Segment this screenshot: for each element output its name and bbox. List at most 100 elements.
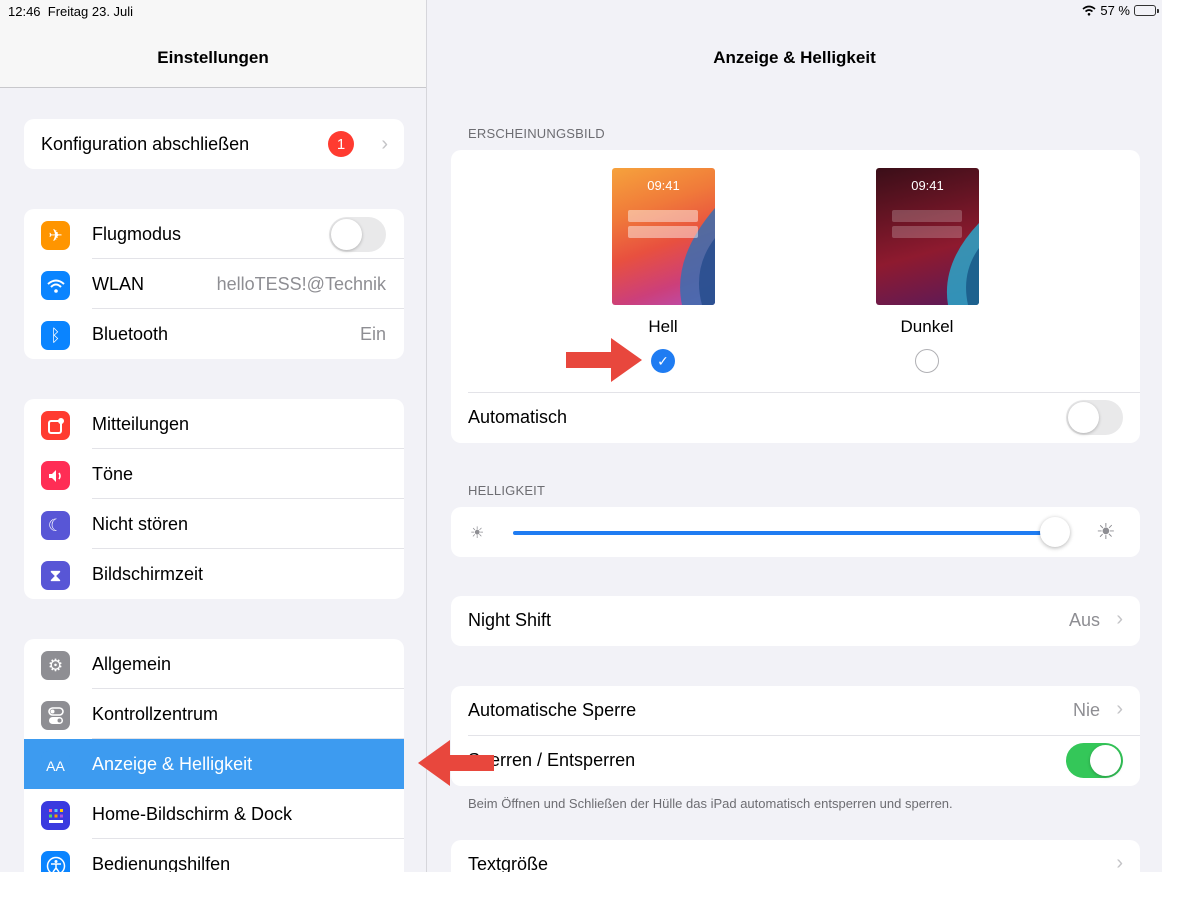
detail-pane: Anzeige & Helligkeit ERSCHEINUNGSBILD 09…: [427, 0, 1162, 872]
ipad-screen: Einstellungen Konfiguration abschließen …: [0, 0, 1162, 872]
sidebar-item-display-brightness[interactable]: AA Anzeige & Helligkeit: [24, 739, 404, 789]
accessibility-icon: [41, 851, 70, 872]
annotation-arrow-left-icon: [418, 740, 494, 786]
brightness-group: ☀ ☀: [451, 507, 1140, 557]
sidebar-item-home-screen-dock[interactable]: Home-Bildschirm & Dock: [24, 789, 404, 839]
general-group: ⚙ Allgemein Kontrollzentrum AA Anzeige &…: [24, 639, 404, 872]
sidebar-item-wlan[interactable]: WLAN helloTESS!@Technik: [24, 259, 404, 309]
bluetooth-status-value: Ein: [359, 323, 386, 344]
annotation-arrow-right-icon: [566, 338, 642, 382]
sidebar-item-general[interactable]: ⚙ Allgemein: [24, 639, 404, 689]
status-right: 57 %: [1082, 3, 1159, 18]
text-size-group: Textgröße ›: [451, 840, 1140, 872]
sidebar-item-label: Bildschirmzeit: [92, 563, 204, 584]
sidebar-item-airplane-mode[interactable]: ✈ Flugmodus: [24, 209, 404, 259]
page-title: Anzeige & Helligkeit: [713, 48, 876, 67]
status-time: 12:46: [8, 4, 41, 19]
config-group: Konfiguration abschließen 1 ›: [24, 119, 404, 169]
status-date: Freitag 23. Juli: [47, 4, 134, 19]
sidebar-item-label: Mitteilungen: [92, 413, 190, 434]
dark-mode-label: Dunkel: [900, 317, 954, 336]
lock-unlock-toggle[interactable]: [1066, 743, 1123, 778]
sidebar-item-label: Kontrollzentrum: [92, 703, 219, 724]
text-size-icon: AA: [41, 751, 70, 780]
sun-large-icon: ☀: [1096, 519, 1116, 544]
sidebar-title: Einstellungen: [157, 48, 269, 67]
notifications-group: Mitteilungen Töne ☾ Nicht stören ⧗ Bilds…: [24, 399, 404, 599]
dark-mode-radio[interactable]: [915, 349, 939, 373]
dark-preview-time: 09:41: [911, 178, 944, 193]
light-mode-preview[interactable]: 09:41: [612, 168, 715, 305]
sidebar-item-control-center[interactable]: Kontrollzentrum: [24, 689, 404, 739]
night-shift-group: Night Shift Aus ›: [451, 596, 1140, 646]
sidebar-item-label: Bluetooth: [92, 323, 169, 344]
hourglass-icon: ⧗: [41, 561, 70, 590]
auto-lock-label: Automatische Sperre: [468, 700, 637, 720]
sidebar-item-label: Anzeige & Helligkeit: [92, 753, 253, 774]
battery-percent: 57 %: [1100, 3, 1130, 18]
chevron-right-icon: ›: [1116, 698, 1123, 720]
status-bar: 12:46 Freitag 23. Juli 57 %: [0, 0, 1162, 22]
connectivity-group: ✈ Flugmodus WLAN helloTESS!@Technik ᛒ Bl…: [24, 209, 404, 359]
speaker-icon: [41, 461, 70, 490]
wlan-network-value: helloTESS!@Technik: [216, 273, 386, 294]
finish-configuration-row[interactable]: Konfiguration abschließen 1 ›: [24, 119, 404, 169]
light-mode-label: Hell: [648, 317, 678, 336]
automatic-appearance-row[interactable]: Automatisch: [451, 393, 1140, 443]
sidebar-item-screen-time[interactable]: ⧗ Bildschirmzeit: [24, 549, 404, 599]
appearance-section-header: ERSCHEINUNGSBILD: [468, 126, 605, 141]
lock-footnote: Beim Öffnen und Schließen der Hülle das …: [468, 796, 953, 811]
automatic-label: Automatisch: [468, 407, 568, 427]
sidebar-item-label: Allgemein: [92, 653, 172, 674]
text-size-label: Textgröße: [468, 854, 549, 872]
wifi-icon: [41, 271, 70, 300]
notification-badge: 1: [328, 131, 354, 157]
light-mode-radio[interactable]: ✓: [651, 349, 675, 373]
airplane-mode-toggle[interactable]: [329, 216, 386, 252]
chevron-right-icon: ›: [381, 132, 388, 155]
battery-icon: [1134, 5, 1159, 16]
home-grid-icon: [41, 801, 70, 830]
sidebar-item-label: Bedienungshilfen: [92, 853, 231, 873]
auto-lock-value: Nie: [1072, 700, 1100, 720]
airplane-icon: ✈: [41, 221, 70, 250]
light-preview-time: 09:41: [647, 178, 680, 193]
auto-lock-row[interactable]: Automatische Sperre Nie ›: [451, 686, 1140, 736]
brightness-track[interactable]: [513, 531, 1066, 535]
chevron-right-icon: ›: [1116, 852, 1123, 872]
sidebar-item-label: Home-Bildschirm & Dock: [92, 803, 293, 824]
brightness-thumb[interactable]: [1039, 517, 1070, 547]
chevron-right-icon: ›: [1116, 608, 1123, 630]
switches-icon: [41, 701, 70, 730]
sidebar-item-notifications[interactable]: Mitteilungen: [24, 399, 404, 449]
gear-icon: ⚙: [41, 651, 70, 680]
lock-group: Automatische Sperre Nie › Sperren / Ents…: [451, 686, 1140, 786]
lock-unlock-row[interactable]: Sperren / Entsperren: [451, 736, 1140, 786]
dark-mode-preview[interactable]: 09:41: [876, 168, 979, 305]
night-shift-label: Night Shift: [468, 610, 552, 630]
night-shift-row[interactable]: Night Shift Aus ›: [451, 596, 1140, 646]
brightness-slider[interactable]: ☀ ☀: [451, 507, 1140, 557]
sidebar-item-label: Nicht stören: [92, 513, 189, 534]
sidebar-item-do-not-disturb[interactable]: ☾ Nicht stören: [24, 499, 404, 549]
brightness-section-header: HELLIGKEIT: [468, 483, 546, 498]
sidebar-item-sounds[interactable]: Töne: [24, 449, 404, 499]
night-shift-value: Aus: [1068, 610, 1100, 630]
appearance-picker: 09:41 Hell ✓ 09:41 Dunkel: [451, 150, 1140, 393]
finish-configuration-label: Konfiguration abschließen: [41, 133, 250, 154]
sidebar-item-label: Flugmodus: [92, 223, 182, 244]
sidebar-item-bluetooth[interactable]: ᛒ Bluetooth Ein: [24, 309, 404, 359]
appearance-group: 09:41 Hell ✓ 09:41 Dunkel Automatisch: [451, 150, 1140, 443]
wifi-status-icon: [1082, 5, 1096, 16]
notifications-icon: [41, 411, 70, 440]
sidebar-item-label: Töne: [92, 463, 134, 484]
moon-icon: ☾: [41, 511, 70, 540]
status-time-date: 12:46 Freitag 23. Juli: [8, 4, 133, 19]
settings-sidebar: Einstellungen Konfiguration abschließen …: [0, 0, 427, 872]
sun-small-icon: ☀: [470, 525, 485, 542]
text-size-row[interactable]: Textgröße ›: [451, 840, 1140, 872]
bluetooth-icon: ᛒ: [41, 321, 70, 350]
sidebar-item-label: WLAN: [92, 273, 145, 294]
sidebar-item-accessibility[interactable]: Bedienungshilfen: [24, 839, 404, 872]
automatic-toggle[interactable]: [1066, 400, 1123, 435]
